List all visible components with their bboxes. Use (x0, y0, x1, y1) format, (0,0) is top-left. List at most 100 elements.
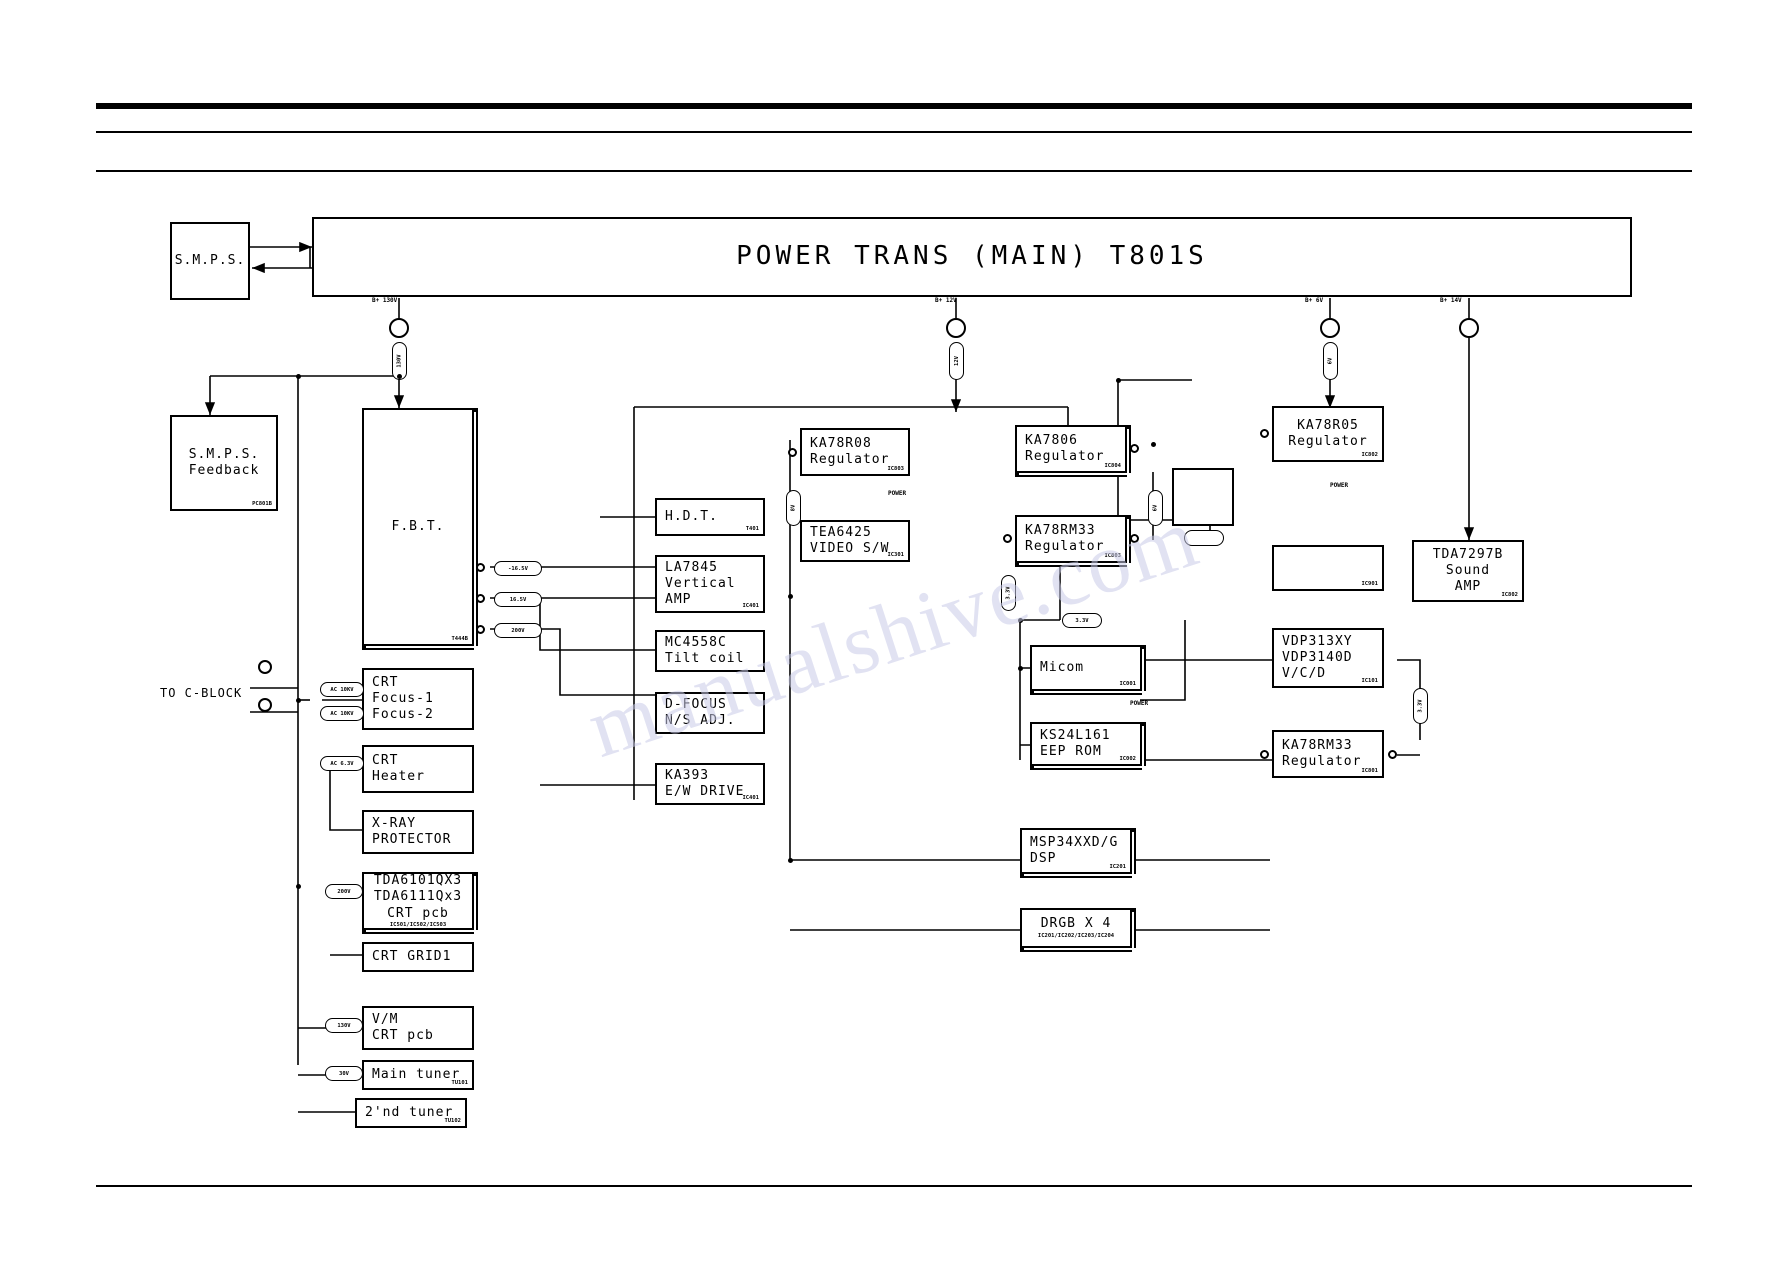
block-crt-heater: CRT Heater (362, 745, 474, 793)
block-smps-line-0: S.M.P.S. (174, 252, 246, 268)
block-fbt: F.B.T. T444B (362, 408, 474, 646)
block-tda7297b-line-0: TDA7297B (1432, 546, 1504, 562)
wiring-overlay (204, 241, 1475, 1113)
junction-dot (1018, 666, 1023, 671)
block-ks24l161-line-1: EEP ROM (1040, 744, 1102, 759)
block-unlabeled-ic901-ref: IC901 (1361, 581, 1378, 588)
node-square-6v (1172, 468, 1234, 526)
block-ks24l161-line-0: KS24L161 (1040, 727, 1111, 743)
block-tda7297b-line-1: Sound (1445, 562, 1491, 578)
ka78rm33-b-input-connector (1260, 750, 1269, 759)
block-ka78rm33-b-line-1: Regulator (1282, 754, 1362, 769)
block-ks24l161-ref: IC002 (1119, 756, 1136, 763)
block-fbt-line-0: F.B.T. (391, 518, 445, 534)
block-second-tuner: 2'nd tuner TU102 (355, 1098, 467, 1128)
block-tda7297b-ref: IC802 (1501, 592, 1518, 599)
block-crt-pcb-sub: IC501/IC502/IC503 (389, 921, 447, 928)
rail-connector-130v (389, 318, 409, 338)
rail-label-14v: B+ 14V (1440, 297, 1462, 304)
block-vm-crt-pcb: V/M CRT pcb (362, 1006, 474, 1050)
rail-connector-6v (1320, 318, 1340, 338)
block-hdt-line-0: H.D.T. (665, 508, 718, 524)
tag-ac63v: AC 6.3V (320, 756, 364, 771)
block-ka393-ref: IC401 (742, 795, 759, 802)
block-crt-focus-line-1: Focus-1 (372, 690, 434, 706)
label-power-ka78r08: POWER (888, 490, 907, 497)
block-vdp-line-2: V/C/D (1282, 666, 1327, 682)
block-micom-ref: IC001 (1119, 681, 1136, 688)
block-msp34xxd-line-1: DSP (1030, 851, 1057, 866)
fbt-out-neg16-connector (476, 563, 485, 572)
block-drgb-sub: IC201/IC202/IC203/IC204 (1037, 932, 1115, 939)
power-transformer-title: POWER TRANS (MAIN) T801S (736, 241, 1208, 271)
block-ka78r08: KA78R08 Regulator IC803 (800, 428, 910, 476)
tag-130v-vm: 130V (325, 1018, 363, 1033)
ka78rm33-b-output-connector (1388, 750, 1397, 759)
block-xray-line-0: X-RAY (372, 815, 417, 831)
label-power-micom: POWER (1130, 700, 1149, 707)
block-d-focus-line-0: D-FOCUS (665, 696, 727, 712)
block-vdp-line-0: VDP313XY (1282, 633, 1353, 649)
fbt-out-200-connector (476, 625, 485, 634)
block-xray-line-1: PROTECTOR (372, 832, 452, 847)
junction-dot (397, 374, 402, 379)
tag-6v-ka78rm33a: 6V (1148, 490, 1163, 526)
tag-33v-diode: 3.3V (1062, 613, 1102, 628)
rail-connector-14v (1459, 318, 1479, 338)
block-smps-feedback-line-1: Feedback (188, 463, 260, 478)
rail-tag-6v: 6V (1323, 342, 1338, 380)
block-ka393: KA393 E/W DRIVE IC401 (655, 763, 765, 805)
rail-label-12v: B+ 12V (935, 297, 957, 304)
block-micom-line-0: Micom (1040, 659, 1085, 675)
rail-tag-12v: 12V (949, 342, 964, 380)
block-crt-focus-line-2: Focus-2 (372, 707, 434, 723)
block-fbt-ref: T444B (451, 636, 468, 643)
block-tea6425: TEA6425 VIDEO S/W IC301 (800, 520, 910, 562)
fbt-out-16-tag: 16.5V (494, 592, 542, 607)
block-ka78r05-ref: IC802 (1361, 452, 1378, 459)
block-ks24l161: KS24L161 EEP ROM IC002 (1030, 722, 1142, 766)
block-tea6425-line-1: VIDEO S/W (810, 541, 890, 556)
block-vdp-line-1: VDP3140D (1282, 649, 1353, 665)
block-main-tuner-line-0: Main tuner (372, 1066, 461, 1082)
block-msp34xxd: MSP34XXD/G DSP IC201 (1020, 828, 1132, 874)
block-xray-protector: X-RAY PROTECTOR (362, 810, 474, 854)
block-ka78rm33-a-line-1: Regulator (1025, 539, 1105, 554)
fbt-out-16-connector (476, 594, 485, 603)
c-block-connector-1 (258, 660, 272, 674)
block-vm-crt-line-0: V/M (372, 1011, 399, 1027)
label-power-ka78r05: POWER (1330, 482, 1349, 489)
block-crt-pcb-line-1: TDA6111Qx3 (373, 889, 463, 905)
ka78rm33-a-output-connector (1130, 534, 1139, 543)
rail-label-6v: B+ 6V (1305, 297, 1324, 304)
rule-top-thin-1 (96, 131, 1692, 133)
rail-connector-12v (946, 318, 966, 338)
block-hdt: H.D.T. T401 (655, 498, 765, 536)
tag-ac10kv-1: AC 10KV (320, 682, 364, 697)
block-ka78r08-ref: IC803 (887, 466, 904, 473)
block-ka7806-line-1: Regulator (1025, 449, 1105, 464)
block-micom: Micom IC001 (1030, 645, 1142, 691)
tag-33v-vdp: 3.3V (1413, 688, 1428, 724)
junction-dot (1116, 378, 1121, 383)
block-ka78r08-line-1: Regulator (810, 452, 890, 467)
block-hdt-ref: T401 (745, 526, 759, 533)
block-crt-heater-line-1: Heater (372, 769, 425, 784)
block-crt-focus-line-0: CRT (372, 674, 399, 690)
block-smps-feedback-line-0: S.M.P.S. (188, 446, 260, 462)
block-crt-focus: CRT Focus-1 Focus-2 (362, 668, 474, 730)
block-la7845-line-1: Vertical (665, 575, 736, 591)
ka7806-output-connector (1130, 444, 1139, 453)
block-vdp-ref: IC101 (1361, 678, 1378, 685)
block-la7845: LA7845 Vertical AMP IC401 (655, 555, 765, 613)
junction-dot (788, 858, 793, 863)
label-to-c-block: TO C-BLOCK (160, 686, 243, 700)
tag-30v-tuner: 30V (325, 1066, 363, 1081)
ka78r08-input-connector (788, 448, 797, 457)
junction-dot (788, 594, 793, 599)
tag-33v-micom: 3.3V (1001, 575, 1016, 611)
ka78r05-input-connector (1260, 429, 1269, 438)
block-second-tuner-ref: TU102 (444, 1118, 461, 1125)
block-crt-heater-line-0: CRT (372, 752, 399, 768)
block-ka78rm33-b: KA78RM33 Regulator IC801 (1272, 730, 1384, 778)
